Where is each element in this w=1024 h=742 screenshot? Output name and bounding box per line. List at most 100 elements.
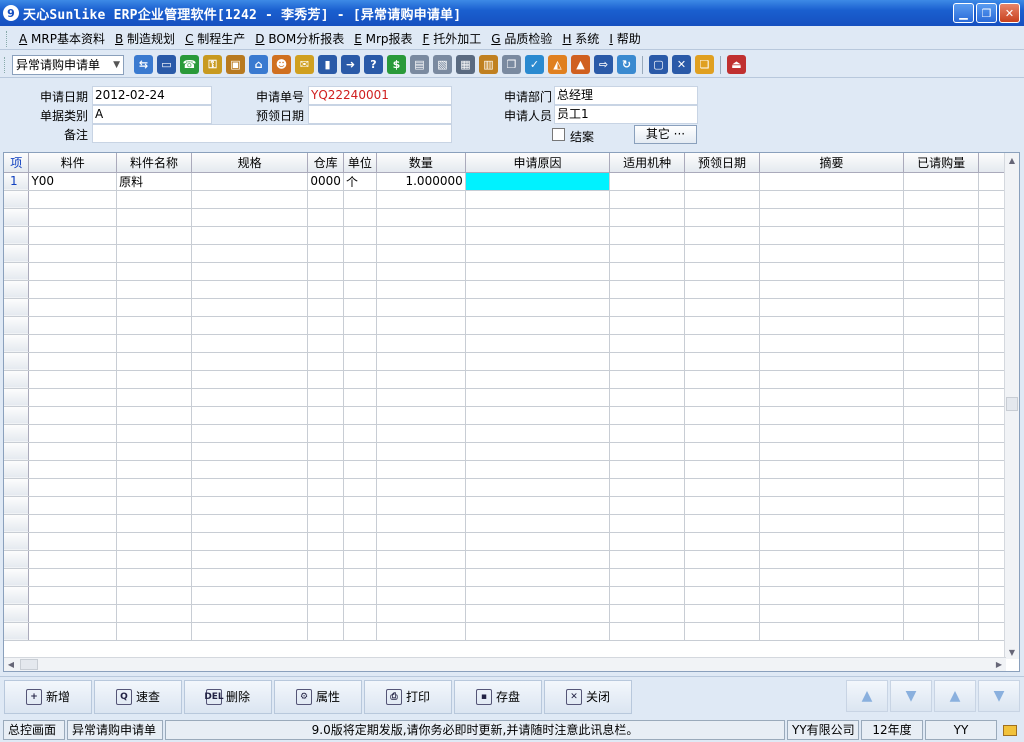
calculator-icon[interactable]: ▦ [456,55,475,74]
table-cell[interactable] [191,352,309,371]
table-cell[interactable] [343,622,377,641]
table-cell[interactable] [978,532,1006,551]
table-cell[interactable] [28,352,118,371]
table-cell[interactable] [191,586,309,605]
table-row[interactable] [4,208,1006,227]
table-cell[interactable] [28,226,118,245]
table-row[interactable] [4,532,1006,551]
table-cell[interactable] [307,532,344,551]
table-cell[interactable] [978,388,1006,407]
table-cell[interactable] [759,316,905,335]
table-cell[interactable] [28,424,118,443]
table-cell[interactable] [116,208,192,227]
table-cell[interactable] [609,280,686,299]
table-cell[interactable] [376,460,466,479]
table-cell[interactable] [191,172,309,191]
status-current-tab[interactable]: 异常请购申请单 [67,720,163,740]
table-cell[interactable] [609,262,686,281]
table-row[interactable] [4,460,1006,479]
table-cell[interactable] [759,622,905,641]
table-cell[interactable] [376,190,466,209]
table-cell[interactable] [903,568,980,587]
table-cell[interactable] [978,280,1006,299]
table-cell[interactable] [343,496,377,515]
minimize-button[interactable]: ▁ [953,3,974,23]
table-cell[interactable] [609,478,686,497]
table-cell[interactable] [465,316,611,335]
table-cell[interactable] [759,424,905,443]
table-row[interactable] [4,226,1006,245]
table-cell[interactable] [978,190,1006,209]
table-cell[interactable] [116,586,192,605]
table-cell[interactable] [28,316,118,335]
table-row[interactable] [4,514,1006,533]
tree-icon[interactable]: ⇆ [134,55,153,74]
table-cell[interactable] [28,208,118,227]
table-cell[interactable] [116,496,192,515]
table-cell[interactable] [684,568,760,587]
table-cell[interactable] [343,478,377,497]
table-cell[interactable] [465,334,611,353]
table-cell[interactable] [376,370,466,389]
table-cell[interactable] [307,424,344,443]
table-cell[interactable] [978,514,1006,533]
table-cell[interactable] [465,568,611,587]
table-row[interactable] [4,370,1006,389]
table-cell[interactable] [609,514,686,533]
vertical-scroll-thumb[interactable] [1006,397,1018,411]
menu-item-g[interactable]: G 品质检验 [486,30,557,47]
table-cell[interactable] [376,568,466,587]
table-cell[interactable] [116,460,192,479]
column-header[interactable]: 项 [4,153,30,173]
table-row[interactable] [4,622,1006,641]
document-type-select[interactable]: 异常请购申请单 ▼ [12,54,124,75]
report-icon[interactable]: ▧ [433,55,452,74]
table-cell[interactable] [28,442,118,461]
table-cell[interactable] [191,550,309,569]
column-header[interactable]: 单位 [343,153,377,173]
table-cell[interactable] [116,424,192,443]
table-cell[interactable] [307,442,344,461]
table-cell[interactable] [191,190,309,209]
table-cell[interactable] [609,460,686,479]
table-cell[interactable] [609,604,686,623]
table-cell[interactable] [191,370,309,389]
table-cell[interactable] [116,244,192,263]
column-header[interactable]: 料件 [28,153,118,173]
table-cell[interactable] [376,280,466,299]
table-cell[interactable] [376,226,466,245]
pyramid-icon[interactable]: ▲ [571,55,590,74]
table-cell[interactable] [759,334,905,353]
table-cell[interactable] [28,622,118,641]
table-cell[interactable] [759,532,905,551]
column-header[interactable]: 仓库 [307,153,344,173]
table-cell[interactable] [759,586,905,605]
menu-item-f[interactable]: F 托外加工 [418,30,487,47]
table-cell[interactable] [978,244,1006,263]
menu-item-a[interactable]: A MRP基本资料 [14,30,110,47]
delete-button[interactable]: DEL 删除 [184,679,272,714]
table-cell[interactable]: 0000 [307,172,344,191]
table-cell[interactable] [343,370,377,389]
table-cell[interactable] [903,442,980,461]
table-cell[interactable] [116,352,192,371]
add-button[interactable]: + 新增 [4,679,92,714]
table-cell[interactable] [609,208,686,227]
table-cell[interactable] [116,406,192,425]
table-cell[interactable] [191,406,309,425]
table-cell[interactable] [903,460,980,479]
table-cell[interactable] [759,442,905,461]
table-cell[interactable] [465,370,611,389]
table-cell[interactable] [28,460,118,479]
help-icon[interactable]: ? [364,55,383,74]
table-cell[interactable] [609,550,686,569]
table-cell[interactable] [28,604,118,623]
table-cell[interactable] [759,478,905,497]
more-button[interactable]: 其它 ··· [634,125,697,144]
table-cell[interactable] [343,334,377,353]
table-cell[interactable] [28,586,118,605]
horizontal-scroll-thumb[interactable] [20,659,38,670]
table-cell[interactable] [116,190,192,209]
arrow-right-icon[interactable]: ➜ [341,55,360,74]
table-cell[interactable] [903,586,980,605]
